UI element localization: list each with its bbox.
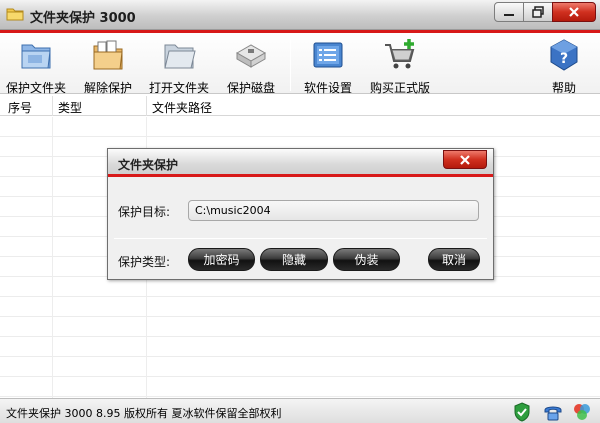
close-button[interactable] <box>552 2 596 22</box>
type-label: 保护类型: <box>118 255 171 269</box>
hide-button[interactable]: 隐藏 <box>260 248 328 271</box>
help-icon: ? <box>550 39 578 71</box>
open-folder-button[interactable]: 打开文件夹 <box>143 37 215 96</box>
toolbar-label: 购买正式版 <box>369 81 430 95</box>
cancel-button[interactable]: 取消 <box>428 248 480 271</box>
column-header-index[interactable]: 序号 <box>8 99 32 116</box>
title-bar: 文件夹保护 3000 <box>0 0 600 30</box>
status-bar: 文件夹保护 3000 8.95 版权所有 夏冰软件保留全部权利 <box>0 398 600 423</box>
toolbar-label: 保护磁盘 <box>226 81 275 95</box>
toolbar-label: 软件设置 <box>303 81 352 95</box>
colorful-logo-icon[interactable] <box>572 402 592 422</box>
disk-icon <box>235 44 267 68</box>
dialog-separator <box>114 238 487 239</box>
dialog-title-bar: 文件夹保护 <box>108 149 493 177</box>
dialog-close-button[interactable] <box>443 150 487 169</box>
shield-check-icon[interactable] <box>512 402 532 422</box>
column-divider[interactable] <box>146 96 147 116</box>
settings-button[interactable]: 软件设置 <box>292 37 364 96</box>
minimize-icon <box>504 14 514 16</box>
restore-button[interactable] <box>523 2 553 22</box>
folder-protect-icon <box>21 44 51 69</box>
window-title: 文件夹保护 3000 <box>30 11 136 26</box>
cart-icon <box>385 39 415 69</box>
minimize-button[interactable] <box>494 2 524 22</box>
toolbar: 保护文件夹 解除保护 打开文件夹 保护磁盘 软件设置 购买正式版 ? 帮助 <box>0 30 600 96</box>
close-icon <box>460 154 470 165</box>
target-label: 保护目标: <box>118 205 171 219</box>
folder-app-icon <box>6 8 24 21</box>
column-gridline <box>52 117 53 398</box>
target-path-input[interactable] <box>188 200 479 221</box>
folder-open-icon <box>164 44 196 69</box>
close-icon <box>569 7 579 17</box>
toolbar-label: 帮助 <box>551 81 576 95</box>
toolbar-label: 解除保护 <box>83 81 132 95</box>
toolbar-separator <box>290 39 291 91</box>
svg-text:?: ? <box>560 51 568 67</box>
restore-icon <box>532 6 544 18</box>
help-button[interactable]: ? 帮助 <box>528 37 600 96</box>
column-header-type[interactable]: 类型 <box>58 99 82 116</box>
unprotect-button[interactable]: 解除保护 <box>72 37 144 96</box>
toolbar-label: 保护文件夹 <box>5 81 66 95</box>
toolbar-label: 打开文件夹 <box>148 81 209 95</box>
list-header: 序号 类型 文件夹路径 <box>0 96 600 116</box>
protect-disk-button[interactable]: 保护磁盘 <box>215 37 287 96</box>
dialog-title: 文件夹保护 <box>118 158 179 172</box>
column-divider[interactable] <box>52 96 53 116</box>
protect-dialog: 文件夹保护 保护目标: 保护类型: 加密码 隐藏 伪装 取消 <box>107 148 494 280</box>
protect-folder-button[interactable]: 保护文件夹 <box>0 37 72 96</box>
settings-icon <box>313 42 343 68</box>
column-header-path[interactable]: 文件夹路径 <box>152 99 212 116</box>
phone-icon[interactable] <box>543 402 563 422</box>
buy-button[interactable]: 购买正式版 <box>364 37 436 96</box>
folder-unprotect-icon <box>93 40 123 70</box>
disguise-button[interactable]: 伪装 <box>333 248 400 271</box>
encrypt-button[interactable]: 加密码 <box>188 248 255 271</box>
status-text: 文件夹保护 3000 8.95 版权所有 夏冰软件保留全部权利 <box>6 407 282 420</box>
